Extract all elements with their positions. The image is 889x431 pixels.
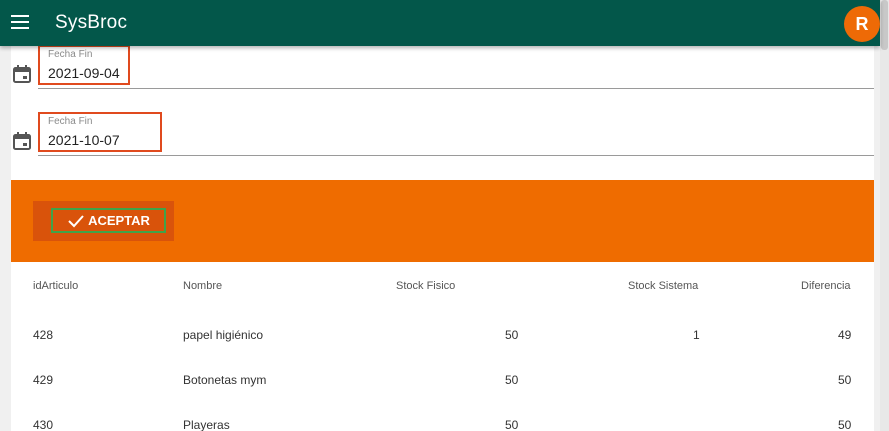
cell-diferencia: 50 (838, 418, 852, 431)
app-title: SysBroc (55, 12, 128, 33)
scrollbar-track[interactable] (880, 0, 889, 431)
action-bar: ACEPTAR (11, 180, 874, 262)
date-form: Fecha Fin Fecha Fin (11, 45, 874, 180)
avatar[interactable]: R (844, 6, 880, 42)
cell-idarticulo: 428 (33, 328, 54, 342)
calendar-icon[interactable] (13, 65, 31, 83)
header-diferencia: Diferencia (801, 280, 851, 292)
start-date-label: Fecha Fin (48, 49, 93, 60)
cell-stock-sistema: 1 (693, 328, 700, 342)
start-date-underline (38, 88, 874, 89)
cell-stock-fisico: 50 (505, 373, 519, 387)
cell-idarticulo: 429 (33, 373, 54, 387)
cell-diferencia: 49 (838, 328, 852, 342)
cell-nombre: Botonetas mym (183, 373, 267, 387)
header-nombre: Nombre (183, 280, 223, 292)
calendar-icon[interactable] (13, 132, 31, 150)
end-date-field: Fecha Fin (11, 112, 874, 173)
end-date-underline (38, 155, 874, 156)
start-date-field: Fecha Fin (11, 45, 874, 106)
cell-nombre: papel higiénico (183, 328, 264, 342)
inventory-table: idArticulo Nombre Stock Fisico Stock Sis… (11, 262, 874, 431)
menu-icon[interactable] (11, 15, 29, 29)
cell-stock-fisico: 50 (505, 328, 519, 342)
header-idarticulo: idArticulo (33, 280, 79, 292)
cell-idarticulo: 430 (33, 418, 54, 431)
cell-stock-fisico: 50 (505, 418, 519, 431)
end-date-input[interactable] (48, 132, 248, 148)
app-bar: SysBroc R (0, 0, 880, 46)
header-stock-fisico: Stock Fisico (396, 280, 456, 292)
start-date-input[interactable] (48, 65, 248, 81)
accept-button-focus[interactable]: ACEPTAR (51, 208, 166, 233)
header-stock-sistema: Stock Sistema (628, 280, 699, 292)
end-date-label: Fecha Fin (48, 116, 93, 127)
scrollbar-thumb[interactable] (881, 0, 888, 50)
cell-nombre: Playeras (183, 418, 230, 431)
accept-button-label: ACEPTAR (88, 213, 150, 228)
check-icon (68, 214, 84, 227)
accept-button[interactable]: ACEPTAR (33, 201, 174, 241)
cell-diferencia: 50 (838, 373, 852, 387)
